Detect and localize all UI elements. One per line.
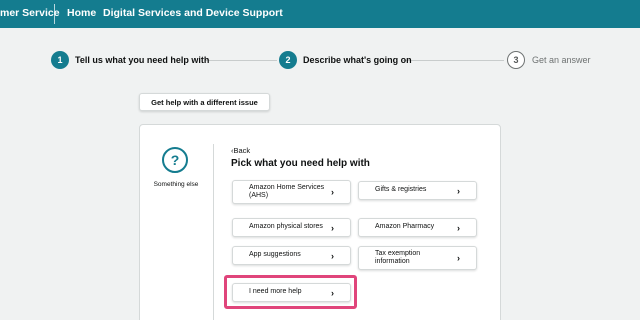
option-amazon-pharmacy[interactable]: Amazon Pharmacy › (358, 218, 477, 237)
step-connector (403, 60, 504, 61)
step-3-label: Get an answer (532, 55, 591, 65)
nav-customer-service[interactable]: mer Service (0, 7, 60, 19)
nav-digital-services[interactable]: Digital Services and Device Support (103, 7, 283, 19)
step-2-label: Describe what's going on (303, 55, 412, 65)
option-tax-exemption[interactable]: Tax exemption information › (358, 246, 477, 270)
card-title: Pick what you need help with (231, 158, 370, 169)
chevron-right-icon: › (457, 185, 460, 196)
option-label: App suggestions (249, 251, 301, 259)
option-label: I need more help (249, 288, 302, 296)
chevron-right-icon: › (331, 187, 334, 197)
step-1-circle: 1 (51, 51, 69, 69)
question-mark-icon: ? (162, 147, 188, 173)
step-1-label: Tell us what you need help with (75, 55, 210, 65)
option-label: Amazon Home Services (AHS) (249, 183, 325, 200)
option-label: Tax exemption information (375, 249, 421, 266)
nav-divider (54, 4, 55, 24)
card-divider (213, 144, 214, 320)
option-gifts-registries[interactable]: Gifts & registries › (358, 181, 477, 200)
chevron-right-icon: › (331, 222, 334, 233)
step-connector (205, 60, 277, 61)
step-3-circle: 3 (507, 51, 525, 69)
chevron-right-icon: › (457, 253, 460, 263)
option-need-more-help[interactable]: I need more help › (232, 283, 351, 302)
category-label: Something else (153, 181, 199, 188)
nav-home[interactable]: Home (67, 7, 96, 19)
option-label: Amazon Pharmacy (375, 223, 435, 231)
option-app-suggestions[interactable]: App suggestions › (232, 246, 351, 265)
step-2-circle: 2 (279, 51, 297, 69)
back-link[interactable]: ‹Back (231, 146, 250, 155)
different-issue-button[interactable]: Get help with a different issue (139, 93, 270, 111)
option-label: Amazon physical stores (249, 223, 323, 231)
option-label: Gifts & registries (375, 186, 427, 194)
top-nav-bar: mer Service Home Digital Services and De… (0, 0, 640, 28)
chevron-right-icon: › (331, 250, 334, 261)
option-amazon-physical-stores[interactable]: Amazon physical stores › (232, 218, 351, 237)
back-label: Back (233, 146, 251, 155)
chevron-right-icon: › (457, 222, 460, 233)
chevron-right-icon: › (331, 287, 334, 298)
option-amazon-home-services[interactable]: Amazon Home Services (AHS) › (232, 180, 351, 204)
